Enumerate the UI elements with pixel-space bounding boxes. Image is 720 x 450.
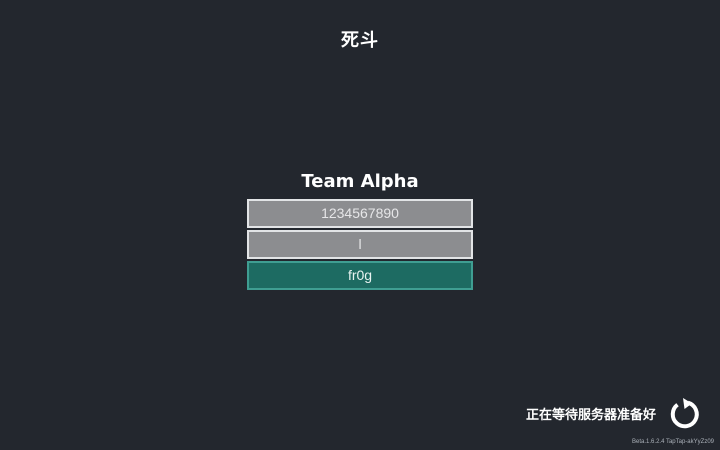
player-slot-1: 1234567890: [247, 199, 473, 228]
team-name: Team Alpha: [301, 171, 419, 192]
team-panel: Team Alpha 1234567890 l fr0g: [247, 168, 473, 292]
server-waiting-status: 正在等待服务器准备好: [525, 408, 656, 423]
loading-spinner-icon: [670, 398, 699, 429]
player-slot-2: l: [247, 230, 473, 259]
version-label: Beta.1.6.2.4 TapTap-akYyZz09: [632, 439, 714, 445]
game-mode-title: 死斗: [341, 30, 379, 51]
player-slot-self: fr0g: [247, 261, 473, 290]
